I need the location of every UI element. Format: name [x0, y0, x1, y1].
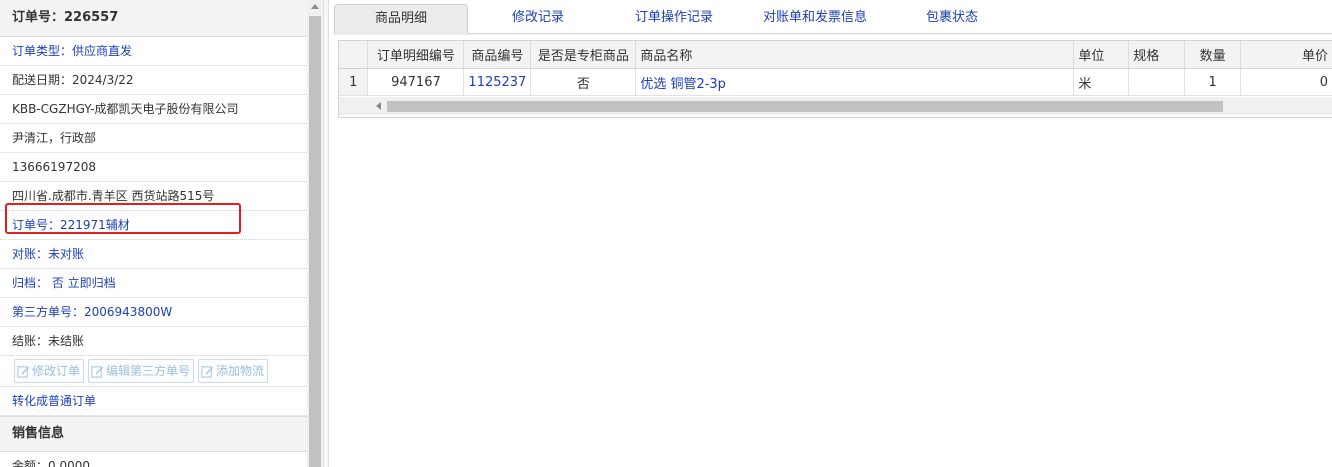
panel-splitter[interactable] [323, 0, 329, 467]
column-header[interactable]: 是否是专柜商品 [530, 41, 637, 69]
highlight-box [5, 203, 241, 234]
tab-order-operation-log[interactable]: 订单操作记录 [618, 4, 730, 32]
table-row[interactable]: 1 947167 1125237 否 优选 铜管2-3p 米 1 0 [339, 68, 1332, 96]
column-header[interactable]: 订单明细编号 [367, 41, 465, 69]
edit-order-button[interactable]: 修改订单 [14, 359, 85, 383]
edit-third-party-label: 编辑第三方单号 [106, 364, 191, 378]
third-party-order-number[interactable]: 第三方单号：2006943800W [0, 298, 307, 327]
settlement-status: 结账：未结账 [0, 327, 307, 356]
counter-product-cell: 否 [530, 68, 637, 96]
row-number: 1 [339, 68, 369, 96]
product-number-link[interactable]: 1125237 [463, 68, 532, 96]
scroll-left-arrow-icon[interactable] [376, 102, 381, 110]
product-detail-grid: 订单明细编号 商品编号 是否是专柜商品 商品名称 单位 规格 数量 单价 1 9… [338, 40, 1332, 118]
tab-modification-log[interactable]: 修改记录 [480, 4, 596, 32]
column-header[interactable]: 数量 [1184, 41, 1242, 69]
archive-status[interactable]: 归档： 否 立即归档 [0, 269, 307, 298]
edit-icon [201, 365, 214, 378]
contact-person: 尹清江，行政部 [0, 124, 307, 153]
add-logistics-button[interactable]: 添加物流 [198, 359, 269, 383]
company-name: KBB-CGZHGY-成都凯天电子股份有限公司 [0, 95, 307, 124]
unit-cell: 米 [1073, 68, 1130, 96]
column-header[interactable]: 规格 [1128, 41, 1186, 69]
horizontal-scrollbar[interactable] [339, 97, 1332, 115]
order-type[interactable]: 订单类型：供应商直发 [0, 37, 307, 66]
product-table: 订单明细编号 商品编号 是否是专柜商品 商品名称 单位 规格 数量 单价 1 9… [339, 41, 1332, 96]
column-header[interactable]: 商品名称 [635, 41, 1075, 69]
column-header[interactable]: 商品编号 [463, 41, 532, 69]
row-number-header [339, 41, 369, 69]
left-scrollbar[interactable] [307, 0, 323, 467]
tab-bar: 商品明细 修改记录 订单操作记录 对账单和发票信息 包裹状态 [334, 0, 1332, 35]
column-header[interactable]: 单位 [1073, 41, 1130, 69]
tab-package-status[interactable]: 包裹状态 [904, 4, 1000, 32]
edit-order-label: 修改订单 [32, 364, 81, 378]
convert-to-normal-order-link[interactable]: 转化成普通订单 [0, 387, 307, 416]
table-header-row: 订单明细编号 商品编号 是否是专柜商品 商品名称 单位 规格 数量 单价 [339, 41, 1332, 69]
scrollbar-thumb[interactable] [309, 16, 321, 467]
order-number-header: 订单号：226557 [0, 0, 307, 37]
action-buttons: 修改订单 编辑第三方单号 添加物流 [0, 356, 307, 387]
horizontal-scrollbar-thumb[interactable] [387, 101, 1223, 112]
order-info-panel: 订单号：226557 订单类型：供应商直发 配送日期：2024/3/22 KBB… [0, 0, 308, 467]
tab-product-details[interactable]: 商品明细 [334, 4, 468, 35]
spec-cell [1128, 68, 1186, 96]
amount: 金额：0.0000 [0, 452, 307, 467]
delivery-date: 配送日期：2024/3/22 [0, 66, 307, 95]
reconcile-status[interactable]: 对账：未对账 [0, 240, 307, 269]
scroll-up-arrow-icon[interactable] [311, 4, 319, 9]
sales-info-header: 销售信息 [0, 416, 307, 452]
add-logistics-label: 添加物流 [216, 364, 265, 378]
edit-icon [91, 365, 104, 378]
unit-price-cell: 0 [1240, 68, 1332, 96]
column-header[interactable]: 单价 [1240, 41, 1332, 69]
edit-icon [17, 365, 30, 378]
detail-number-cell: 947167 [367, 68, 465, 96]
edit-third-party-button[interactable]: 编辑第三方单号 [88, 359, 195, 383]
product-name-link[interactable]: 优选 铜管2-3p [635, 68, 1075, 96]
phone-number: 13666197208 [0, 153, 307, 182]
quantity-cell: 1 [1184, 68, 1242, 96]
tab-statement-invoice[interactable]: 对账单和发票信息 [742, 4, 888, 32]
